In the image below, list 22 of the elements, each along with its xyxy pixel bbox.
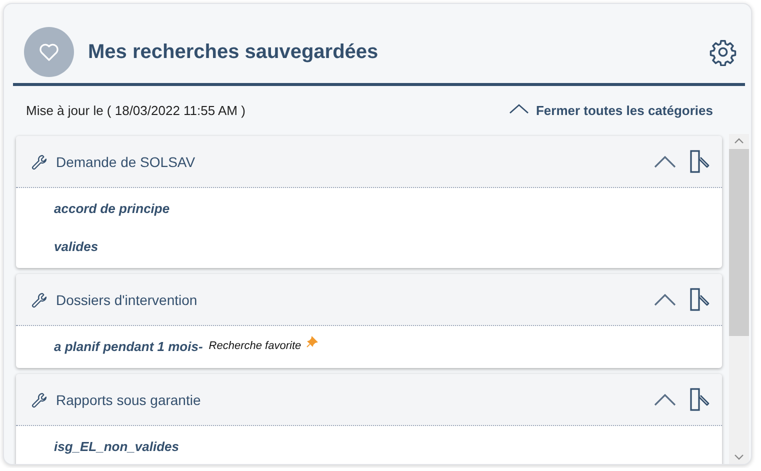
scroll-up-icon[interactable]	[734, 138, 744, 144]
update-text: Mise à jour le ( 18/03/2022 11:55 AM )	[26, 102, 246, 118]
panel-pen-icon[interactable]	[690, 388, 710, 412]
panel-pen-icon[interactable]	[690, 150, 710, 174]
collapse-all-link[interactable]: Fermer toutes les catégories	[508, 102, 713, 118]
scrollbar[interactable]	[729, 134, 749, 464]
chevron-up-icon	[508, 104, 529, 114]
wrench-icon	[30, 290, 48, 308]
scroll-down-icon[interactable]	[734, 454, 744, 460]
wrench-icon	[30, 390, 48, 408]
panel-title: Mes recherches sauvegardées	[88, 40, 380, 64]
saved-search-link[interactable]: valides	[54, 238, 98, 254]
settings-icon[interactable]	[709, 38, 737, 66]
saved-search-link[interactable]: a planif pendant 1 mois-	[54, 338, 203, 354]
saved-search-link[interactable]: isg_EL_non_valides	[54, 438, 179, 454]
chevron-up-icon[interactable]	[654, 394, 676, 406]
chevron-up-icon[interactable]	[654, 294, 676, 306]
chevron-up-icon[interactable]	[654, 156, 676, 168]
favorite-note: Recherche favorite	[208, 340, 302, 352]
wrench-icon	[30, 152, 48, 170]
saved-search-link[interactable]: accord de principe	[54, 200, 170, 216]
panel-pen-icon[interactable]	[690, 288, 710, 312]
